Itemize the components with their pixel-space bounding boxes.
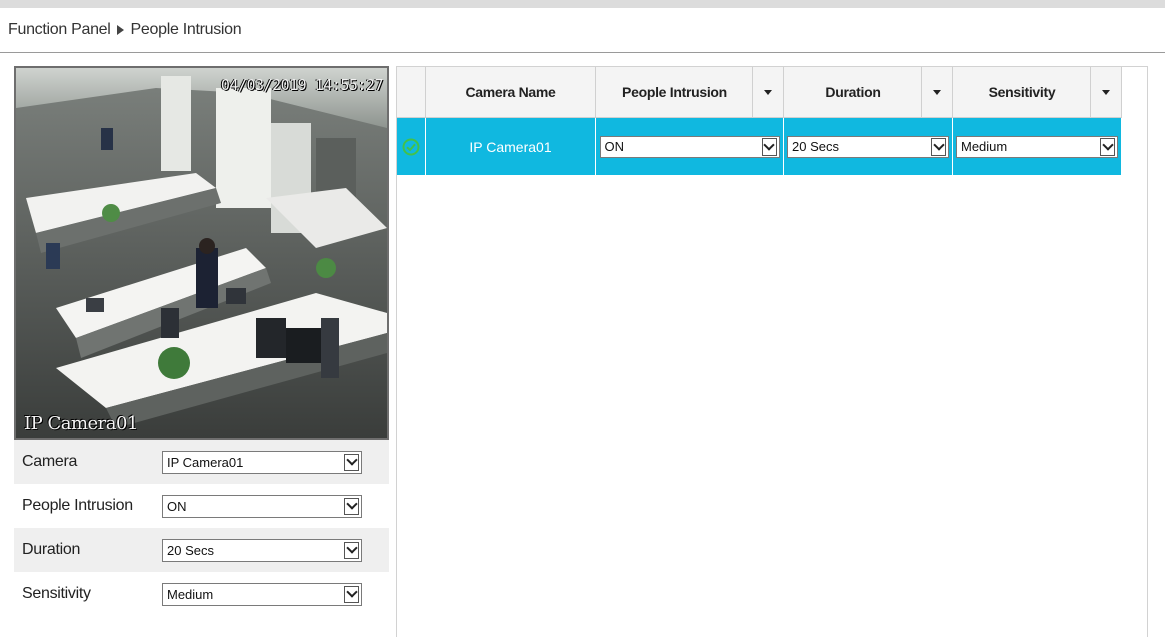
chevron-down-icon[interactable] xyxy=(344,453,359,471)
row-people-intrusion-cell: ON xyxy=(596,118,784,175)
column-header-people-intrusion[interactable]: People Intrusion xyxy=(596,67,784,118)
sensitivity-select[interactable]: Medium xyxy=(162,582,362,606)
row-camera-name: IP Camera01 xyxy=(426,118,596,175)
row-duration-value: 20 Secs xyxy=(792,138,839,154)
chevron-down-icon[interactable] xyxy=(344,585,359,603)
duration-select[interactable]: 20 Secs xyxy=(162,538,362,562)
chevron-down-icon[interactable] xyxy=(761,137,777,156)
duration-label: Duration xyxy=(22,541,81,558)
chevron-down-icon[interactable] xyxy=(344,541,359,559)
camera-select[interactable]: IP Camera01 xyxy=(162,450,362,474)
column-header-camera-name[interactable]: Camera Name xyxy=(426,67,596,118)
column-header-sensitivity-label: Sensitivity xyxy=(988,84,1056,100)
sensitivity-select-value: Medium xyxy=(167,586,214,602)
table-row[interactable]: IP Camera01 ON 20 Secs Medium xyxy=(397,118,1122,175)
camera-table: Camera Name People Intrusion Duration Se… xyxy=(396,66,1148,637)
camera-label: Camera xyxy=(22,453,78,470)
column-header-sensitivity[interactable]: Sensitivity xyxy=(953,67,1122,118)
row-sensitivity-select[interactable]: Medium xyxy=(956,135,1118,158)
preview-camera-label: IP Camera01 xyxy=(24,413,138,434)
table-header-status xyxy=(397,67,426,118)
form-row-people-intrusion: People Intrusion ON xyxy=(14,484,389,528)
top-strip xyxy=(0,0,1165,8)
row-sensitivity-cell: Medium xyxy=(953,118,1122,175)
header-divider xyxy=(0,52,1165,53)
caret-down-icon[interactable] xyxy=(922,67,952,117)
people-intrusion-select-value: ON xyxy=(167,498,187,514)
breadcrumb: Function Panel People Intrusion xyxy=(8,18,242,42)
row-people-intrusion-select[interactable]: ON xyxy=(599,135,780,158)
breadcrumb-current: People Intrusion xyxy=(130,21,242,38)
camera-preview-image xyxy=(16,68,387,438)
camera-preview[interactable]: 04/03/2019 14:55:27 IP Camera01 xyxy=(14,66,389,440)
chevron-down-icon[interactable] xyxy=(931,137,946,156)
sensitivity-label: Sensitivity xyxy=(22,585,91,602)
preview-timestamp: 04/03/2019 14:55:27 xyxy=(220,76,384,94)
triangle-right-icon xyxy=(116,25,124,35)
column-header-camera-name-label: Camera Name xyxy=(465,84,556,100)
table-header: Camera Name People Intrusion Duration Se… xyxy=(397,67,1122,118)
people-intrusion-select[interactable]: ON xyxy=(162,494,362,518)
row-duration-select[interactable]: 20 Secs xyxy=(787,135,949,158)
camera-select-value: IP Camera01 xyxy=(167,454,244,470)
row-status-cell xyxy=(397,118,426,175)
row-camera-name-text: IP Camera01 xyxy=(469,138,552,155)
row-sensitivity-value: Medium xyxy=(961,138,1008,154)
form-row-sensitivity: Sensitivity Medium xyxy=(14,572,389,616)
row-people-intrusion-value: ON xyxy=(604,138,625,154)
duration-select-value: 20 Secs xyxy=(167,542,214,558)
chevron-down-icon[interactable] xyxy=(1100,137,1115,156)
caret-down-icon[interactable] xyxy=(1091,67,1121,117)
form-row-camera: Camera IP Camera01 xyxy=(14,440,389,484)
people-intrusion-label: People Intrusion xyxy=(22,497,133,514)
settings-form: Camera IP Camera01 People Intrusion ON D… xyxy=(14,440,389,616)
check-circle-icon xyxy=(402,138,420,155)
chevron-down-icon[interactable] xyxy=(344,497,359,515)
caret-down-icon[interactable] xyxy=(753,67,783,117)
column-header-people-intrusion-label: People Intrusion xyxy=(622,84,727,100)
row-duration-cell: 20 Secs xyxy=(784,118,953,175)
breadcrumb-root[interactable]: Function Panel xyxy=(8,21,111,39)
column-header-duration-label: Duration xyxy=(825,84,881,100)
column-header-duration[interactable]: Duration xyxy=(784,67,953,118)
form-row-duration: Duration 20 Secs xyxy=(14,528,389,572)
